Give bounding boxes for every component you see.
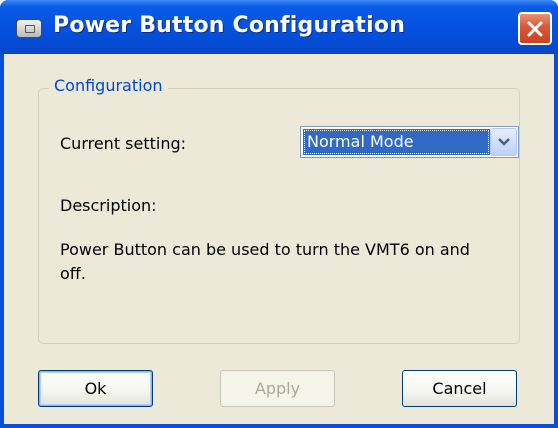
- current-setting-dropdown[interactable]: Normal Mode: [300, 126, 519, 158]
- dropdown-button[interactable]: [490, 128, 517, 156]
- apply-button[interactable]: Apply: [220, 370, 335, 407]
- chevron-down-icon: [498, 138, 510, 146]
- description-text: Power Button can be used to turn the VMT…: [60, 240, 470, 283]
- ok-button[interactable]: Ok: [38, 370, 153, 407]
- current-setting-label: Current setting:: [60, 134, 187, 153]
- current-setting-value: Normal Mode: [303, 129, 490, 155]
- close-button[interactable]: [518, 12, 552, 45]
- description-label: Description:: [60, 196, 157, 215]
- groupbox-title: Configuration: [49, 76, 168, 95]
- cancel-button[interactable]: Cancel: [402, 370, 517, 407]
- close-icon: [527, 21, 543, 37]
- title-bar[interactable]: Power Button Configuration: [0, 0, 558, 54]
- dialog-body: Configuration Current setting: Normal Mo…: [4, 54, 554, 424]
- dialog-window: Power Button Configuration Configuration…: [0, 0, 558, 428]
- power-button-app-icon: [16, 19, 42, 38]
- window-title: Power Button Configuration: [53, 13, 406, 38]
